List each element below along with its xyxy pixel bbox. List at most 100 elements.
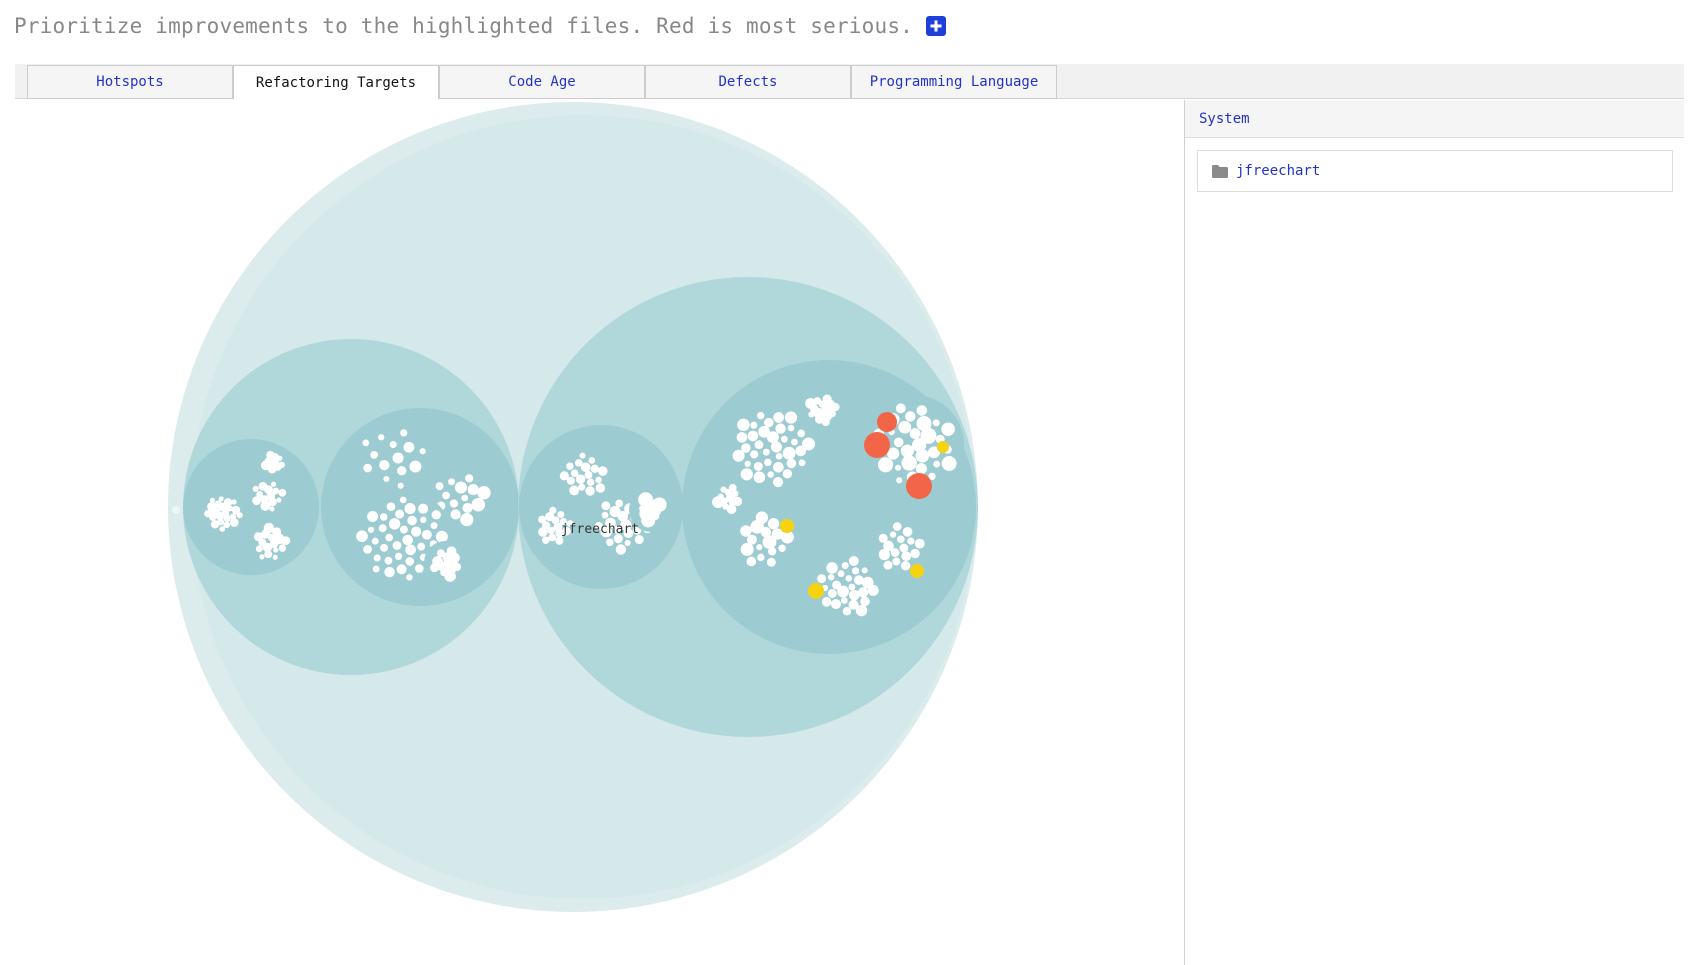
file-circle[interactable] (430, 522, 438, 530)
file-circle[interactable] (641, 513, 656, 528)
tab-defects[interactable]: Defects (645, 65, 851, 99)
file-circle[interactable] (899, 543, 909, 553)
file-circle[interactable] (753, 461, 763, 471)
file-circle[interactable] (255, 545, 263, 553)
file-circle[interactable] (932, 419, 940, 427)
file-circle[interactable] (549, 506, 557, 515)
file-circle[interactable] (362, 439, 370, 447)
file-circle[interactable] (278, 489, 287, 497)
file-circle[interactable] (367, 510, 379, 522)
file-circle[interactable] (597, 466, 608, 476)
file-circle[interactable] (453, 562, 462, 572)
file-circle[interactable] (916, 416, 932, 432)
file-circle[interactable] (418, 503, 429, 514)
file-circle[interactable] (386, 502, 396, 511)
file-circle[interactable] (757, 553, 765, 562)
file-circle[interactable] (782, 469, 793, 479)
file-circle[interactable] (586, 478, 595, 487)
file-circle[interactable] (400, 429, 408, 437)
file-circle[interactable] (383, 476, 390, 483)
file-circle[interactable] (419, 448, 426, 455)
file-circle[interactable] (209, 497, 216, 504)
file-circle[interactable] (461, 494, 469, 502)
file-circle[interactable] (403, 441, 415, 453)
file-circle[interactable] (435, 482, 444, 491)
file-circle[interactable] (638, 492, 654, 508)
file-circle[interactable] (609, 505, 621, 518)
file-circle[interactable] (252, 485, 259, 493)
file-circle[interactable] (750, 450, 759, 459)
file-circle[interactable] (802, 437, 816, 451)
file-circle[interactable] (746, 556, 757, 567)
file-circle[interactable] (223, 498, 233, 507)
file-circle[interactable] (207, 501, 217, 512)
file-circle[interactable] (933, 460, 941, 468)
file-circle[interactable] (210, 520, 220, 529)
file-circle[interactable] (462, 502, 473, 514)
file-circle[interactable] (595, 476, 602, 484)
file-circle[interactable] (896, 535, 905, 544)
file-circle[interactable] (841, 562, 849, 570)
file-circle[interactable] (615, 499, 624, 508)
severity-high-marker[interactable] (877, 412, 897, 432)
file-circle[interactable] (767, 517, 780, 530)
tab-refactoring-targets[interactable]: Refactoring Targets (233, 65, 439, 100)
file-circle[interactable] (454, 481, 467, 494)
file-circle[interactable] (808, 411, 815, 418)
file-circle[interactable] (855, 604, 868, 617)
severity-high-marker[interactable] (906, 473, 932, 499)
file-circle[interactable] (786, 458, 797, 469)
file-circle[interactable] (378, 524, 387, 533)
file-circle[interactable] (259, 554, 265, 560)
file-circle[interactable] (405, 557, 415, 566)
file-circle[interactable] (557, 510, 565, 519)
file-circle[interactable] (278, 461, 285, 469)
file-circle[interactable] (775, 452, 783, 460)
file-circle[interactable] (877, 457, 894, 473)
file-circle[interactable] (624, 539, 631, 546)
file-circle[interactable] (263, 522, 275, 534)
file-circle[interactable] (894, 464, 902, 471)
file-circle[interactable] (736, 432, 748, 443)
file-circle[interactable] (272, 554, 278, 560)
file-circle[interactable] (895, 403, 906, 414)
file-circle[interactable] (826, 562, 838, 574)
file-circle[interactable] (784, 411, 798, 424)
file-circle[interactable] (264, 550, 273, 559)
file-circle[interactable] (272, 487, 280, 495)
file-circle[interactable] (372, 565, 380, 573)
file-circle[interactable] (758, 425, 770, 438)
file-circle[interactable] (384, 566, 395, 578)
file-circle[interactable] (538, 515, 546, 524)
file-circle[interactable] (893, 437, 904, 448)
file-circle[interactable] (460, 513, 474, 527)
file-circle[interactable] (732, 449, 745, 462)
file-circle[interactable] (909, 428, 921, 439)
file-circle[interactable] (767, 547, 777, 556)
file-circle[interactable] (889, 531, 897, 538)
circle-packing-visualization[interactable]: jfreechart (0, 100, 1184, 965)
file-circle[interactable] (569, 485, 580, 496)
file-circle[interactable] (821, 418, 830, 427)
file-circle[interactable] (902, 527, 913, 537)
file-circle[interactable] (363, 463, 372, 473)
file-circle[interactable] (467, 484, 479, 496)
file-circle[interactable] (773, 461, 784, 473)
file-circle[interactable] (740, 468, 753, 481)
file-circle[interactable] (276, 455, 283, 462)
file-circle[interactable] (444, 570, 456, 582)
file-circle[interactable] (762, 448, 770, 456)
file-circle[interactable] (420, 516, 427, 524)
file-circle[interactable] (276, 497, 282, 503)
file-circle[interactable] (223, 514, 231, 523)
system-item-jfreechart[interactable]: jfreechart (1197, 150, 1673, 192)
side-panel-header[interactable]: System (1185, 100, 1684, 138)
file-circle[interactable] (384, 556, 393, 565)
file-circle[interactable] (404, 503, 416, 515)
file-circle[interactable] (595, 483, 606, 493)
file-circle[interactable] (538, 527, 548, 537)
file-circle[interactable] (411, 526, 422, 537)
file-circle[interactable] (380, 543, 389, 552)
file-circle[interactable] (218, 496, 224, 502)
file-circle[interactable] (915, 449, 930, 463)
